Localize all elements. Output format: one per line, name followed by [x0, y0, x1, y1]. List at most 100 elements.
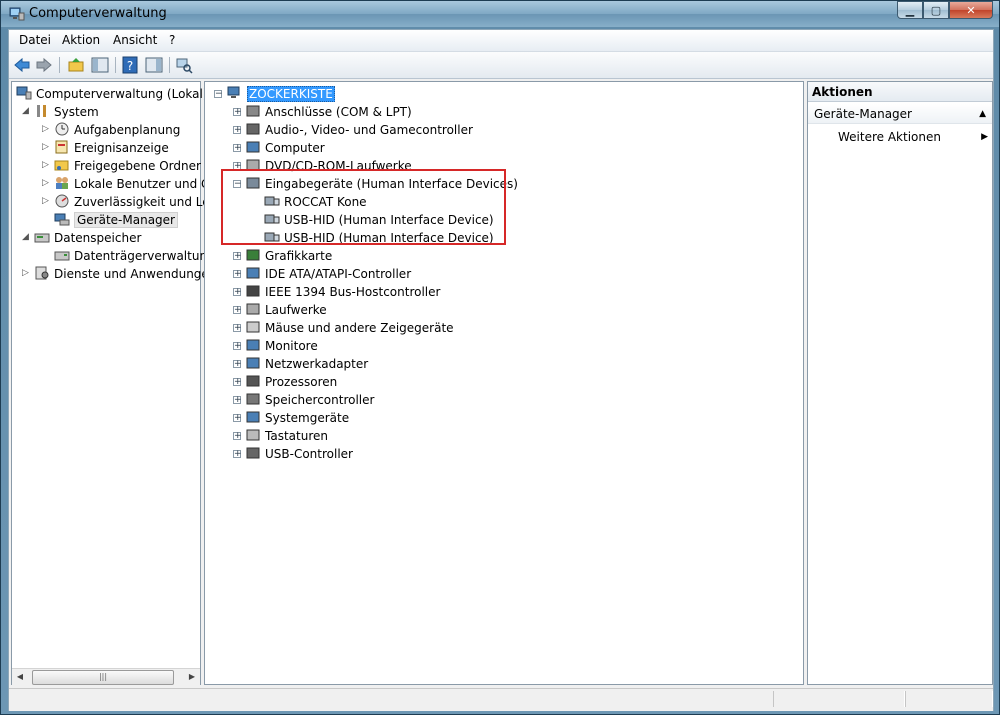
menu-datei[interactable]: Datei	[19, 33, 51, 47]
tree-item-freigegebene-ordner[interactable]: Freigegebene Ordner	[54, 157, 201, 175]
collapse-triangle-icon[interactable]: ▷	[42, 160, 49, 170]
status-bar	[9, 688, 993, 711]
scroll-right-icon[interactable]: ▶	[184, 669, 200, 685]
tree-item-ereignisanzeige[interactable]: Ereignisanzeige	[54, 139, 169, 157]
expand-toggle-icon[interactable]: +	[233, 126, 242, 135]
menu-ansicht[interactable]: Ansicht	[113, 33, 157, 47]
expand-toggle-icon[interactable]: +	[233, 342, 242, 351]
collapse-triangle-icon[interactable]: ▷	[42, 142, 49, 152]
device-category[interactable]: Computer	[245, 139, 325, 157]
window-title: Computerverwaltung	[29, 6, 167, 21]
client-area: Datei Aktion Ansicht ? ? Computerverwalt…	[8, 29, 994, 711]
horizontal-scrollbar[interactable]: ◀ ||| ▶	[12, 668, 200, 685]
expand-toggle-icon[interactable]: +	[233, 324, 242, 333]
clock-icon	[55, 122, 69, 136]
expand-toggle-icon[interactable]: +	[233, 450, 242, 459]
expand-toggle-icon[interactable]: +	[233, 306, 242, 315]
shared-folder-icon	[54, 160, 69, 171]
expand-toggle-icon[interactable]: +	[233, 360, 242, 369]
tree-item-dienste[interactable]: Dienste und Anwendungen	[34, 265, 216, 283]
device-manager-icon	[54, 213, 70, 226]
collapse-toggle-icon[interactable]: −	[214, 90, 223, 99]
device-category[interactable]: Grafikkarte	[245, 247, 332, 265]
expand-toggle-icon[interactable]: +	[233, 270, 242, 279]
forward-arrow-icon[interactable]	[35, 56, 53, 74]
event-viewer-icon	[55, 140, 68, 154]
tools-icon	[37, 105, 46, 117]
minimize-button[interactable]: ▁	[897, 1, 923, 19]
scroll-left-icon[interactable]: ◀	[12, 669, 28, 685]
device-category[interactable]: USB-Controller	[245, 445, 353, 463]
tree-item-zuverlaessigkeit[interactable]: Zuverlässigkeit und Leis	[54, 193, 219, 211]
scrollbar-thumb[interactable]: |||	[32, 670, 174, 685]
tree-item-datentraeger[interactable]: Datenträgerverwaltung	[54, 247, 215, 265]
system-devices-icon	[246, 411, 260, 423]
help-icon[interactable]: ?	[121, 56, 139, 74]
device-category[interactable]: IEEE 1394 Bus-Hostcontroller	[245, 283, 440, 301]
device-category[interactable]: Monitore	[245, 337, 318, 355]
expand-toggle-icon[interactable]: +	[233, 252, 242, 261]
collapse-triangle-icon[interactable]: ▷	[42, 178, 49, 188]
expand-toggle-icon[interactable]: +	[233, 144, 242, 153]
device-category[interactable]: Mäuse und andere Zeigegeräte	[245, 319, 454, 337]
expand-triangle-icon[interactable]: ◢	[22, 232, 29, 242]
caption-buttons: ▁ ▢ ✕	[897, 1, 993, 20]
expand-toggle-icon[interactable]: +	[233, 414, 242, 423]
tree-item-geraete-manager[interactable]: Geräte-Manager	[54, 211, 178, 229]
tree-item-computer-root[interactable]: ZOCKERKISTE	[227, 85, 335, 103]
device-category[interactable]: Laufwerke	[245, 301, 327, 319]
device-category[interactable]: Netzwerkadapter	[245, 355, 368, 373]
back-arrow-icon[interactable]	[13, 56, 31, 74]
device-category[interactable]: IDE ATA/ATAPI-Controller	[245, 265, 411, 283]
toolbar: ?	[9, 52, 993, 79]
scan-hardware-icon[interactable]	[175, 56, 193, 74]
actions-header: Aktionen	[808, 82, 992, 102]
tree-item-aufgabenplanung[interactable]: Aufgabenplanung	[54, 121, 180, 139]
expand-toggle-icon[interactable]: +	[233, 378, 242, 387]
device-category[interactable]: Prozessoren	[245, 373, 337, 391]
show-hide-action-pane-icon[interactable]	[145, 56, 163, 74]
minimize-icon: ▁	[905, 3, 915, 17]
maximize-icon: ▢	[930, 3, 942, 17]
actions-section-geraete-manager[interactable]: Geräte-Manager ▲	[808, 104, 992, 124]
collapse-triangle-icon[interactable]: ▷	[22, 268, 29, 278]
tree-item-system[interactable]: System	[34, 103, 99, 121]
collapse-triangle-icon[interactable]: ▷	[42, 124, 49, 134]
title-bar[interactable]: Computerverwaltung ▁ ▢ ✕	[1, 1, 999, 27]
menu-aktion[interactable]: Aktion	[62, 33, 100, 47]
expand-toggle-icon[interactable]: +	[233, 108, 242, 117]
expand-triangle-icon[interactable]: ◢	[22, 106, 29, 116]
port-icon	[246, 105, 260, 117]
device-category[interactable]: Anschlüsse (COM & LPT)	[245, 103, 412, 121]
close-icon: ✕	[966, 3, 976, 17]
network-adapter-icon	[246, 357, 260, 369]
monitor-icon	[246, 339, 260, 351]
menu-help[interactable]: ?	[169, 33, 175, 47]
up-folder-icon[interactable]	[67, 56, 85, 74]
collapse-triangle-icon[interactable]: ▷	[42, 196, 49, 206]
firewire-icon	[246, 285, 260, 297]
maximize-button[interactable]: ▢	[923, 1, 949, 19]
close-button[interactable]: ✕	[949, 1, 993, 19]
keyboard-icon	[246, 429, 260, 441]
device-category[interactable]: Systemgeräte	[245, 409, 349, 427]
show-hide-tree-icon[interactable]	[91, 56, 109, 74]
device-category[interactable]: Audio-, Video- und Gamecontroller	[245, 121, 473, 139]
menu-bar: Datei Aktion Ansicht ?	[9, 30, 993, 52]
actions-pane: Aktionen Geräte-Manager ▲ Weitere Aktion…	[807, 81, 993, 685]
tree-item-lokale-benutzer[interactable]: Lokale Benutzer und Gr	[54, 175, 215, 193]
tree-item-root[interactable]: Computerverwaltung (Lokal)	[16, 85, 208, 103]
tree-item-datenspeicher[interactable]: Datenspeicher	[34, 229, 141, 247]
computer-icon	[246, 141, 260, 153]
navigation-tree-pane[interactable]: Computerverwaltung (Lokal) ◢ System ▷ Au…	[11, 81, 219, 685]
window: Computerverwaltung ▁ ▢ ✕ Datei Aktion An…	[0, 0, 1000, 715]
device-category[interactable]: Speichercontroller	[245, 391, 374, 409]
computer-icon	[227, 86, 240, 98]
users-icon	[56, 177, 68, 189]
expand-toggle-icon[interactable]: +	[233, 432, 242, 441]
expand-toggle-icon[interactable]: +	[233, 396, 242, 405]
more-actions-item[interactable]: Weitere Aktionen ▶	[838, 128, 988, 146]
device-category[interactable]: Tastaturen	[245, 427, 328, 445]
speaker-icon	[246, 123, 260, 135]
expand-toggle-icon[interactable]: +	[233, 288, 242, 297]
